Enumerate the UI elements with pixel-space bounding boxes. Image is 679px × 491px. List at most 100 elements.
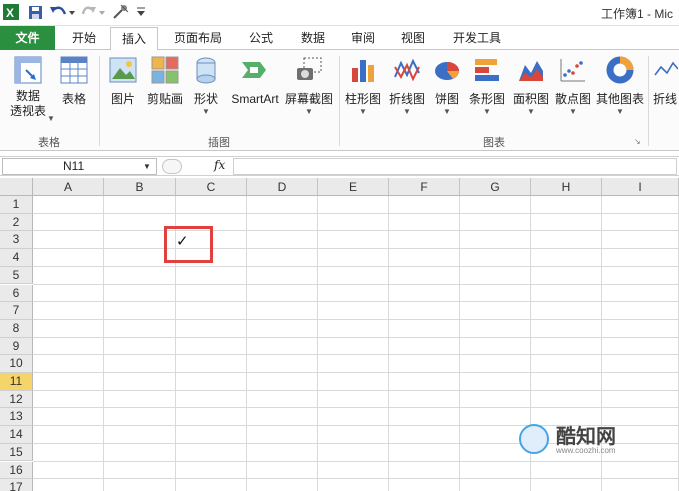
- customize-icon[interactable]: [135, 3, 147, 21]
- row-header-6[interactable]: 6: [0, 284, 33, 303]
- select-all-corner[interactable]: [0, 178, 33, 196]
- tab-page-layout[interactable]: 页面布局: [164, 27, 232, 50]
- tab-data[interactable]: 数据: [290, 27, 336, 50]
- column-chart-button[interactable]: 柱形图 ▼: [342, 53, 384, 131]
- line-chart-icon: [392, 55, 422, 85]
- gridline-vertical: [317, 196, 318, 491]
- shapes-icon: [191, 55, 221, 85]
- tab-home[interactable]: 开始: [60, 27, 108, 50]
- sparkline-line-button[interactable]: 折线: [651, 53, 679, 131]
- shapes-dropdown-icon[interactable]: ▼: [188, 107, 224, 117]
- table-label: 表格: [61, 92, 86, 106]
- pivot-table-label: 数据 透视表: [9, 89, 46, 118]
- gridline-horizontal: [33, 318, 679, 320]
- charts-dialog-launcher-icon[interactable]: ↘: [634, 137, 641, 146]
- row-header-15[interactable]: 15: [0, 443, 33, 462]
- row-header-17[interactable]: 17: [0, 479, 33, 491]
- gridline-horizontal: [33, 248, 679, 250]
- other-charts-dropdown-icon[interactable]: ▼: [594, 107, 646, 117]
- tab-developer[interactable]: 开发工具: [444, 27, 510, 50]
- table-button[interactable]: 表格: [54, 53, 94, 131]
- bar-chart-button[interactable]: 条形图 ▼: [466, 53, 508, 131]
- row-header-13[interactable]: 13: [0, 408, 33, 427]
- column-header-b[interactable]: B: [104, 178, 176, 196]
- row-header-16[interactable]: 16: [0, 461, 33, 480]
- row-header-5[interactable]: 5: [0, 266, 33, 285]
- row-header-8[interactable]: 8: [0, 319, 33, 338]
- column-header-f[interactable]: F: [389, 178, 460, 196]
- group-label-tables: 表格: [38, 137, 60, 149]
- gridline-horizontal: [33, 460, 679, 462]
- gridline-horizontal: [33, 354, 679, 356]
- row-header-4[interactable]: 4: [0, 249, 33, 267]
- gridline-horizontal: [33, 389, 679, 391]
- screenshot-icon: [294, 55, 324, 85]
- other-charts-button[interactable]: 其他图表 ▼: [594, 53, 646, 131]
- clipart-icon: [150, 55, 180, 85]
- picture-icon: [108, 55, 138, 85]
- column-chart-dropdown-icon[interactable]: ▼: [342, 107, 384, 117]
- row-header-12[interactable]: 12: [0, 390, 33, 409]
- tab-view[interactable]: 视图: [390, 27, 436, 50]
- formula-bar-collapse-handle[interactable]: [162, 159, 182, 174]
- scatter-chart-button[interactable]: 散点图 ▼: [552, 53, 594, 131]
- tab-formulas[interactable]: 公式: [238, 27, 284, 50]
- name-box[interactable]: N11: [2, 158, 157, 175]
- format-painter-icon[interactable]: [111, 3, 131, 21]
- watermark-logo-icon: [519, 424, 549, 454]
- row-header-14[interactable]: 14: [0, 426, 33, 444]
- row-header-11[interactable]: 11: [0, 373, 33, 391]
- screenshot-button[interactable]: 屏幕截图 ▼: [284, 53, 334, 131]
- row-header-10[interactable]: 10: [0, 355, 33, 373]
- formula-input[interactable]: [233, 158, 677, 175]
- ribbon: 数据 透视表 ▼ 表格 表格 图片 剪贴画 形状 ▼ SmartArt 屏幕截图…: [0, 50, 679, 151]
- screenshot-label: 屏幕截图: [284, 92, 333, 106]
- undo-icon[interactable]: [48, 3, 76, 21]
- ribbon-tabs: 文件 开始 插入 页面布局 公式 数据 审阅 视图 开发工具: [0, 26, 679, 51]
- pie-chart-dropdown-icon[interactable]: ▼: [430, 107, 464, 117]
- scatter-chart-dropdown-icon[interactable]: ▼: [552, 107, 594, 117]
- redo-icon[interactable]: [80, 3, 106, 21]
- row-header-2[interactable]: 2: [0, 213, 33, 232]
- row-header-3[interactable]: 3: [0, 231, 33, 250]
- row-header-7[interactable]: 7: [0, 302, 33, 320]
- sparkline-line-label: 折线: [652, 92, 677, 106]
- scatter-chart-label: 散点图: [554, 92, 591, 106]
- column-header-h[interactable]: H: [531, 178, 602, 196]
- window-title: 工作簿1 - Mic: [600, 7, 673, 21]
- tab-file[interactable]: 文件: [0, 26, 55, 50]
- column-chart-icon: [348, 55, 378, 85]
- doughnut-chart-icon: [605, 55, 635, 85]
- bar-chart-dropdown-icon[interactable]: ▼: [466, 107, 508, 117]
- column-header-c[interactable]: C: [176, 178, 247, 196]
- column-header-d[interactable]: D: [247, 178, 318, 196]
- tab-review[interactable]: 审阅: [340, 27, 386, 50]
- picture-button[interactable]: 图片: [104, 53, 142, 131]
- column-header-a[interactable]: A: [33, 178, 104, 196]
- save-icon[interactable]: [26, 3, 44, 21]
- name-box-dropdown-icon[interactable]: ▼: [143, 162, 151, 171]
- pie-chart-button[interactable]: 饼图 ▼: [430, 53, 464, 131]
- screenshot-dropdown-icon[interactable]: ▼: [284, 107, 334, 117]
- row-header-1[interactable]: 1: [0, 196, 33, 214]
- column-header-e[interactable]: E: [318, 178, 389, 196]
- excel-logo-icon[interactable]: X: [2, 3, 20, 21]
- pivot-table-button[interactable]: 数据 透视表: [4, 53, 52, 131]
- tab-insert[interactable]: 插入: [110, 27, 158, 51]
- line-chart-button[interactable]: 折线图 ▼: [386, 53, 428, 131]
- area-chart-button[interactable]: 面积图 ▼: [510, 53, 552, 131]
- row-header-9[interactable]: 9: [0, 337, 33, 356]
- shapes-button[interactable]: 形状 ▼: [188, 53, 224, 131]
- column-header-g[interactable]: G: [460, 178, 531, 196]
- line-chart-dropdown-icon[interactable]: ▼: [386, 107, 428, 117]
- insert-function-icon[interactable]: fx: [214, 158, 225, 172]
- pie-chart-icon: [432, 55, 462, 85]
- smartart-button[interactable]: SmartArt: [228, 53, 282, 131]
- clipart-button[interactable]: 剪贴画: [144, 53, 186, 131]
- gridline-horizontal: [33, 301, 679, 303]
- column-header-i[interactable]: I: [602, 178, 679, 196]
- area-chart-dropdown-icon[interactable]: ▼: [510, 107, 552, 117]
- gridline-vertical: [103, 196, 104, 491]
- smartart-icon: [240, 55, 270, 85]
- table-icon: [59, 55, 89, 85]
